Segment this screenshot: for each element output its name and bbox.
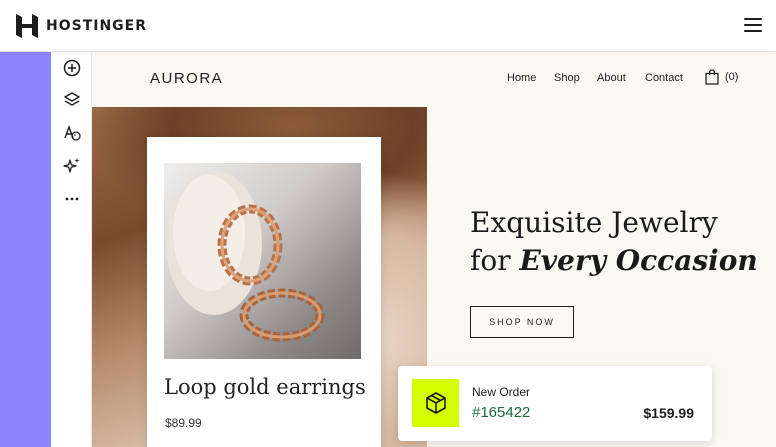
- hamburger-menu-icon[interactable]: [744, 18, 762, 32]
- hero-heading: Exquisite Jewelry for Every Occasion: [470, 204, 758, 280]
- hero-line-2-emphasis: Every Occasion: [519, 244, 758, 277]
- add-circle-icon[interactable]: [62, 58, 82, 78]
- nav-shop[interactable]: Shop: [554, 72, 580, 84]
- product-image: [164, 163, 361, 359]
- layers-icon[interactable]: [62, 90, 82, 110]
- nav-home[interactable]: Home: [507, 72, 536, 84]
- site-brand[interactable]: AURORA: [150, 70, 223, 87]
- order-label: New Order: [472, 385, 531, 399]
- hero-line-1: Exquisite Jewelry: [470, 206, 718, 239]
- more-dots-icon[interactable]: [62, 189, 82, 209]
- hostinger-logo-icon: [16, 14, 38, 38]
- nav-contact[interactable]: Contact: [645, 72, 683, 84]
- new-order-notification[interactable]: New Order #165422 $159.99: [398, 366, 712, 441]
- hero-line-2: for Every Occasion: [470, 242, 758, 280]
- shop-now-button[interactable]: SHOP NOW: [470, 306, 574, 338]
- editor-toolbar: [51, 52, 92, 447]
- cart-button[interactable]: (0): [705, 69, 738, 85]
- cart-count: (0): [725, 71, 739, 83]
- product-card[interactable]: Loop gold earrings $89.99: [147, 137, 381, 447]
- ai-sparkle-icon[interactable]: [62, 156, 82, 176]
- hostinger-logo[interactable]: HOSTINGER: [16, 14, 147, 38]
- logo-text: HOSTINGER: [46, 18, 148, 34]
- typography-palette-icon[interactable]: [62, 123, 82, 143]
- left-accent-strip: [0, 52, 51, 447]
- shopping-bag-icon: [705, 69, 719, 85]
- order-total: $159.99: [643, 405, 694, 421]
- top-header: HOSTINGER: [0, 0, 776, 52]
- product-price: $89.99: [165, 416, 202, 430]
- package-box-icon: [412, 379, 459, 427]
- website-canvas: AURORA Home Shop About Contact (0) Loop …: [92, 52, 776, 447]
- hero-line-2-prefix: for: [470, 244, 520, 277]
- order-number: #165422: [472, 404, 531, 421]
- nav-about[interactable]: About: [597, 72, 626, 84]
- product-title: Loop gold earrings: [164, 375, 366, 399]
